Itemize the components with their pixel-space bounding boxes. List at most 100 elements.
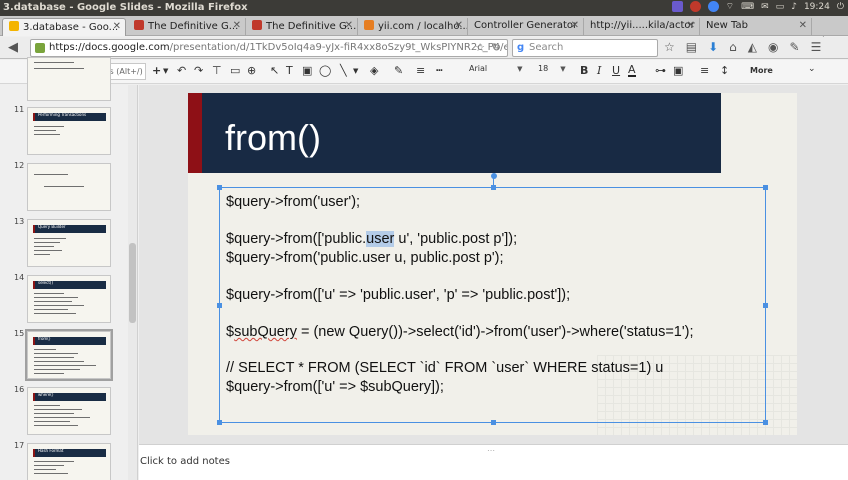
- url-bar[interactable]: https://docs.google.com/presentation/d/1…: [30, 39, 508, 57]
- resize-handle-ne[interactable]: [763, 185, 768, 190]
- close-tab-icon[interactable]: ✕: [687, 20, 695, 31]
- more-button[interactable]: More: [750, 66, 773, 75]
- code-line[interactable]: $subQuery = (new Query())->select('id')-…: [226, 324, 694, 340]
- redo-icon[interactable]: ↷: [194, 64, 203, 77]
- paint-format-icon[interactable]: ⊤: [212, 64, 222, 77]
- slide-thumbnail[interactable]: [27, 163, 111, 211]
- text-color-button[interactable]: A: [628, 64, 636, 77]
- slide-title-box[interactable]: from(): [202, 93, 721, 173]
- code-line[interactable]: $query->from(['u' => $subQuery]);: [226, 379, 444, 395]
- record-icon[interactable]: [689, 1, 701, 12]
- app-indicator-icon[interactable]: [671, 1, 683, 12]
- reload-icon[interactable]: ↻: [492, 41, 501, 54]
- new-slide-dropdown-icon[interactable]: ▼: [163, 67, 168, 75]
- menu-icon[interactable]: ☰: [811, 40, 822, 54]
- slide-thumbnail[interactable]: Query Builder: [27, 219, 111, 267]
- tab-definitive-guide-1[interactable]: The Definitive G... ✕: [128, 18, 246, 36]
- pocket-icon[interactable]: ◭: [748, 40, 757, 54]
- line-dropdown-icon[interactable]: ▼: [353, 67, 358, 75]
- close-tab-icon[interactable]: ✕: [113, 21, 121, 32]
- close-tab-icon[interactable]: ✕: [233, 20, 241, 31]
- collapse-toolbar-icon[interactable]: ⌄: [808, 64, 816, 74]
- speaker-notes[interactable]: ⋯ Click to add notes: [139, 444, 848, 480]
- tab-actor[interactable]: http://yii.....kila/actor ✕: [584, 18, 700, 36]
- rotate-handle[interactable]: [491, 173, 497, 179]
- bookmark-star-icon[interactable]: ☆: [475, 41, 485, 54]
- battery-icon[interactable]: ▭: [776, 2, 785, 12]
- code-line[interactable]: $query->from(['public.user u', 'public.p…: [226, 231, 517, 247]
- code-text-box[interactable]: $query->from('user'); $query->from(['pub…: [217, 173, 768, 425]
- zoom-icon[interactable]: ⊕: [247, 64, 256, 77]
- home-icon[interactable]: ⌂: [729, 40, 737, 54]
- close-tab-icon[interactable]: ✕: [345, 20, 353, 31]
- selected-text[interactable]: user: [366, 231, 395, 247]
- resize-handle-s[interactable]: [491, 420, 496, 425]
- image-icon[interactable]: ▣: [302, 64, 312, 77]
- chrome-icon[interactable]: [707, 1, 719, 12]
- tab-google-slides[interactable]: 3.database - Goo... ✕: [2, 18, 126, 36]
- keyboard-icon[interactable]: ⌨: [741, 2, 754, 12]
- code-line[interactable]: $query->from('user');: [226, 194, 360, 210]
- fill-color-icon[interactable]: ◈: [370, 64, 378, 77]
- resize-handle-w[interactable]: [217, 303, 222, 308]
- tab-new-tab[interactable]: New Tab ✕: [700, 18, 812, 36]
- line-icon[interactable]: ╲: [340, 64, 347, 77]
- zoom-fit-icon[interactable]: ▭: [230, 64, 240, 77]
- clock[interactable]: 19:24: [804, 2, 830, 12]
- slide-thumbnail[interactable]: where(): [27, 387, 111, 435]
- share-icon[interactable]: ◉: [768, 40, 778, 54]
- spellcheck-word[interactable]: subQuery: [234, 324, 297, 340]
- resize-handle-e[interactable]: [763, 303, 768, 308]
- font-select[interactable]: Arial ▼: [469, 64, 523, 73]
- slide-thumbnail[interactable]: Performing Transactions: [27, 107, 111, 155]
- slide[interactable]: from() $query->from('user'); $query->fro…: [188, 93, 797, 435]
- tab-controller-generator[interactable]: Controller Generator ✕: [468, 18, 584, 36]
- back-icon[interactable]: ◀: [8, 40, 18, 55]
- border-weight-icon[interactable]: ≡: [416, 64, 425, 77]
- notes-placeholder[interactable]: Click to add notes: [140, 456, 230, 467]
- text-box-icon[interactable]: T: [286, 64, 293, 77]
- italic-button[interactable]: I: [597, 64, 601, 77]
- tab-localhost[interactable]: yii.com / localho... ✕: [358, 18, 468, 36]
- mail-icon[interactable]: ✉: [761, 2, 769, 12]
- border-color-icon[interactable]: ✎: [394, 64, 403, 77]
- shape-icon[interactable]: ◯: [319, 64, 331, 77]
- slide-title[interactable]: from(): [225, 117, 321, 159]
- extension-icon[interactable]: ✎: [790, 40, 800, 54]
- resize-handle-n[interactable]: [491, 185, 496, 190]
- border-dash-icon[interactable]: ┅: [436, 64, 443, 77]
- filmstrip-scroll-thumb[interactable]: [129, 243, 136, 323]
- slide-thumbnail-selected[interactable]: from(): [25, 329, 113, 381]
- resize-handle-nw[interactable]: [217, 185, 222, 190]
- comment-icon[interactable]: ▣: [673, 64, 683, 77]
- tab-definitive-guide-2[interactable]: The Definitive G... ✕: [246, 18, 358, 36]
- wifi-icon[interactable]: ⌔: [726, 1, 734, 12]
- resize-handle-se[interactable]: [763, 420, 768, 425]
- slide-thumbnail-10[interactable]: [27, 57, 111, 101]
- slide-thumbnail[interactable]: Hash Format: [27, 443, 111, 480]
- close-tab-icon[interactable]: ✕: [455, 20, 463, 31]
- search-input[interactable]: g Search: [512, 39, 658, 57]
- resize-handle-sw[interactable]: [217, 420, 222, 425]
- align-icon[interactable]: ≡: [700, 64, 709, 77]
- bookmark-star-icon[interactable]: ☆: [664, 40, 675, 54]
- bookmarks-list-icon[interactable]: ▤: [686, 40, 697, 54]
- slide-thumbnail[interactable]: select(): [27, 275, 111, 323]
- select-cursor-icon[interactable]: ↖: [270, 64, 279, 77]
- underline-button[interactable]: U: [612, 64, 620, 77]
- line-spacing-icon[interactable]: ↕: [720, 64, 729, 77]
- volume-icon[interactable]: ♪: [791, 2, 797, 12]
- code-line[interactable]: $query->from(['u' => 'public.user', 'p' …: [226, 287, 570, 303]
- download-icon[interactable]: ⬇: [708, 40, 718, 54]
- close-tab-icon[interactable]: ✕: [571, 20, 579, 31]
- new-slide-icon[interactable]: +: [152, 64, 161, 77]
- power-icon[interactable]: ⏻: [837, 2, 844, 12]
- code-line[interactable]: // SELECT * FROM (SELECT `id` FROM `user…: [226, 360, 663, 376]
- code-line[interactable]: $query->from('public.user u, public.post…: [226, 250, 504, 266]
- notes-resize-grip-icon[interactable]: ⋯: [487, 446, 495, 455]
- undo-icon[interactable]: ↶: [177, 64, 186, 77]
- close-tab-icon[interactable]: ✕: [799, 20, 807, 31]
- link-icon[interactable]: ⊶: [655, 64, 666, 77]
- font-size-select[interactable]: 18 ▼: [538, 64, 566, 73]
- bold-button[interactable]: B: [580, 64, 588, 77]
